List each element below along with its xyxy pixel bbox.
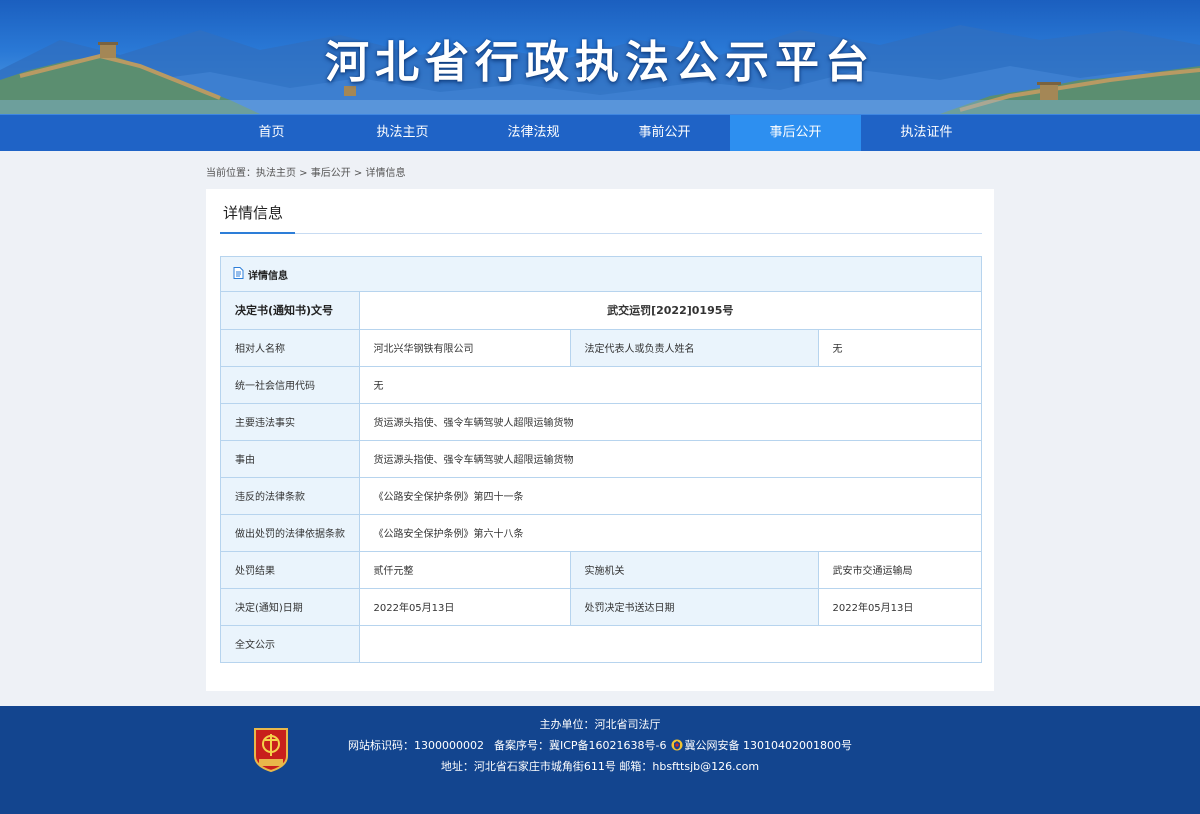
footer-icp[interactable]: 备案序号：冀ICP备16021638号-6 — [494, 739, 667, 752]
footer-police-record[interactable]: 冀公网安备 13010402001800号 — [685, 739, 852, 752]
credit-code-label: 统一社会信用代码 — [221, 365, 359, 403]
reason-value: 货运源头指使、强令车辆驾驶人超限运输货物 — [358, 439, 981, 477]
delivery-date-value: 2022年05月13日 — [817, 587, 981, 625]
violated-law-label: 违反的法律条款 — [221, 476, 359, 514]
table-row: 做出处罚的法律依据条款 《公路安全保护条例》第六十八条 — [221, 513, 981, 551]
page-title: 详情信息 — [223, 204, 284, 222]
nav-item-certificates[interactable]: 执法证件 — [861, 115, 992, 151]
facts-value: 货运源头指使、强令车辆驾驶人超限运输货物 — [358, 402, 981, 440]
legal-basis-label: 做出处罚的法律依据条款 — [221, 513, 359, 551]
nav-item-enforcement-home[interactable]: 执法主页 — [337, 115, 468, 151]
table-row: 统一社会信用代码 无 — [221, 365, 981, 403]
nav-item-post-disclosure[interactable]: 事后公开 — [730, 115, 861, 151]
doc-number-value: 武交运罚[2022]0195号 — [358, 292, 981, 329]
reason-label: 事由 — [221, 439, 359, 477]
legal-rep-value: 无 — [817, 328, 981, 366]
nav-item-laws[interactable]: 法律法规 — [468, 115, 599, 151]
fulltext-label: 全文公示 — [221, 624, 359, 662]
detail-panel: 详情信息 决定书(通知书)文号 武交运罚[2022]0195号 相对人名称 河北… — [220, 256, 982, 663]
credit-code-value: 无 — [358, 365, 981, 403]
table-row: 违反的法律条款 《公路安全保护条例》第四十一条 — [221, 476, 981, 514]
detail-table: 决定书(通知书)文号 武交运罚[2022]0195号 相对人名称 河北兴华钢铁有… — [221, 292, 981, 662]
party-name-label: 相对人名称 — [221, 328, 359, 366]
facts-label: 主要违法事实 — [221, 402, 359, 440]
detail-card: 详情信息 详情信息 决定书(通知书)文号 武交运罚[2022]0195号 相对人… — [206, 189, 994, 691]
site-banner: 河北省行政执法公示平台 — [0, 0, 1200, 114]
section-header: 详情信息 — [221, 257, 981, 292]
footer-registration: 网站标识码：1300000002 备案序号：冀ICP备16021638号-6 冀公网… — [0, 737, 1200, 754]
footer-sponsor: 主办单位：河北省司法厅 — [539, 718, 661, 731]
fulltext-value — [358, 624, 981, 662]
agency-value: 武安市交通运输局 — [817, 550, 981, 588]
decision-date-value: 2022年05月13日 — [358, 587, 570, 625]
doc-number-label: 决定书(通知书)文号 — [221, 292, 359, 329]
agency-label: 实施机关 — [569, 550, 818, 588]
nav-item-pre-disclosure[interactable]: 事前公开 — [599, 115, 730, 151]
penalty-result-label: 处罚结果 — [221, 550, 359, 588]
table-row: 主要违法事实 货运源头指使、强令车辆驾驶人超限运输货物 — [221, 402, 981, 440]
table-row: 事由 货运源头指使、强令车辆驾驶人超限运输货物 — [221, 439, 981, 477]
violated-law-value: 《公路安全保护条例》第四十一条 — [358, 476, 981, 514]
table-row: 相对人名称 河北兴华钢铁有限公司 法定代表人或负责人姓名 无 — [221, 328, 981, 366]
site-footer: 主办单位：河北省司法厅 网站标识码：1300000002 备案序号：冀ICP备16… — [0, 706, 1200, 814]
table-row: 处罚结果 贰仟元整 实施机关 武安市交通运输局 — [221, 550, 981, 588]
section-title: 详情信息 — [248, 270, 288, 282]
title-divider — [220, 233, 982, 234]
legal-basis-value: 《公路安全保护条例》第六十八条 — [358, 513, 981, 551]
delivery-date-label: 处罚决定书送达日期 — [569, 587, 818, 625]
breadcrumb: 当前位置：执法主页 > 事后公开 > 详情信息 — [206, 168, 406, 179]
party-name-value: 河北兴华钢铁有限公司 — [358, 328, 570, 366]
title-accent-bar — [220, 232, 295, 234]
table-row: 决定(通知)日期 2022年05月13日 处罚决定书送达日期 2022年05月1… — [221, 587, 981, 625]
legal-rep-label: 法定代表人或负责人姓名 — [569, 328, 818, 366]
penalty-result-value: 贰仟元整 — [358, 550, 570, 588]
police-badge-icon — [671, 739, 683, 754]
nav-item-home[interactable]: 首页 — [206, 115, 337, 151]
decision-date-label: 决定(通知)日期 — [221, 587, 359, 625]
table-row: 决定书(通知书)文号 武交运罚[2022]0195号 — [221, 292, 981, 329]
document-icon — [233, 266, 244, 282]
footer-site-id: 网站标识码：1300000002 — [348, 739, 484, 752]
main-nav: 首页 执法主页 法律法规 事前公开 事后公开 执法证件 — [0, 114, 1200, 151]
footer-address: 地址：河北省石家庄市城角街611号 邮箱：hbsfttsjb@126.com — [440, 760, 760, 773]
table-row: 全文公示 — [221, 624, 981, 662]
site-title: 河北省行政执法公示平台 — [325, 37, 875, 88]
